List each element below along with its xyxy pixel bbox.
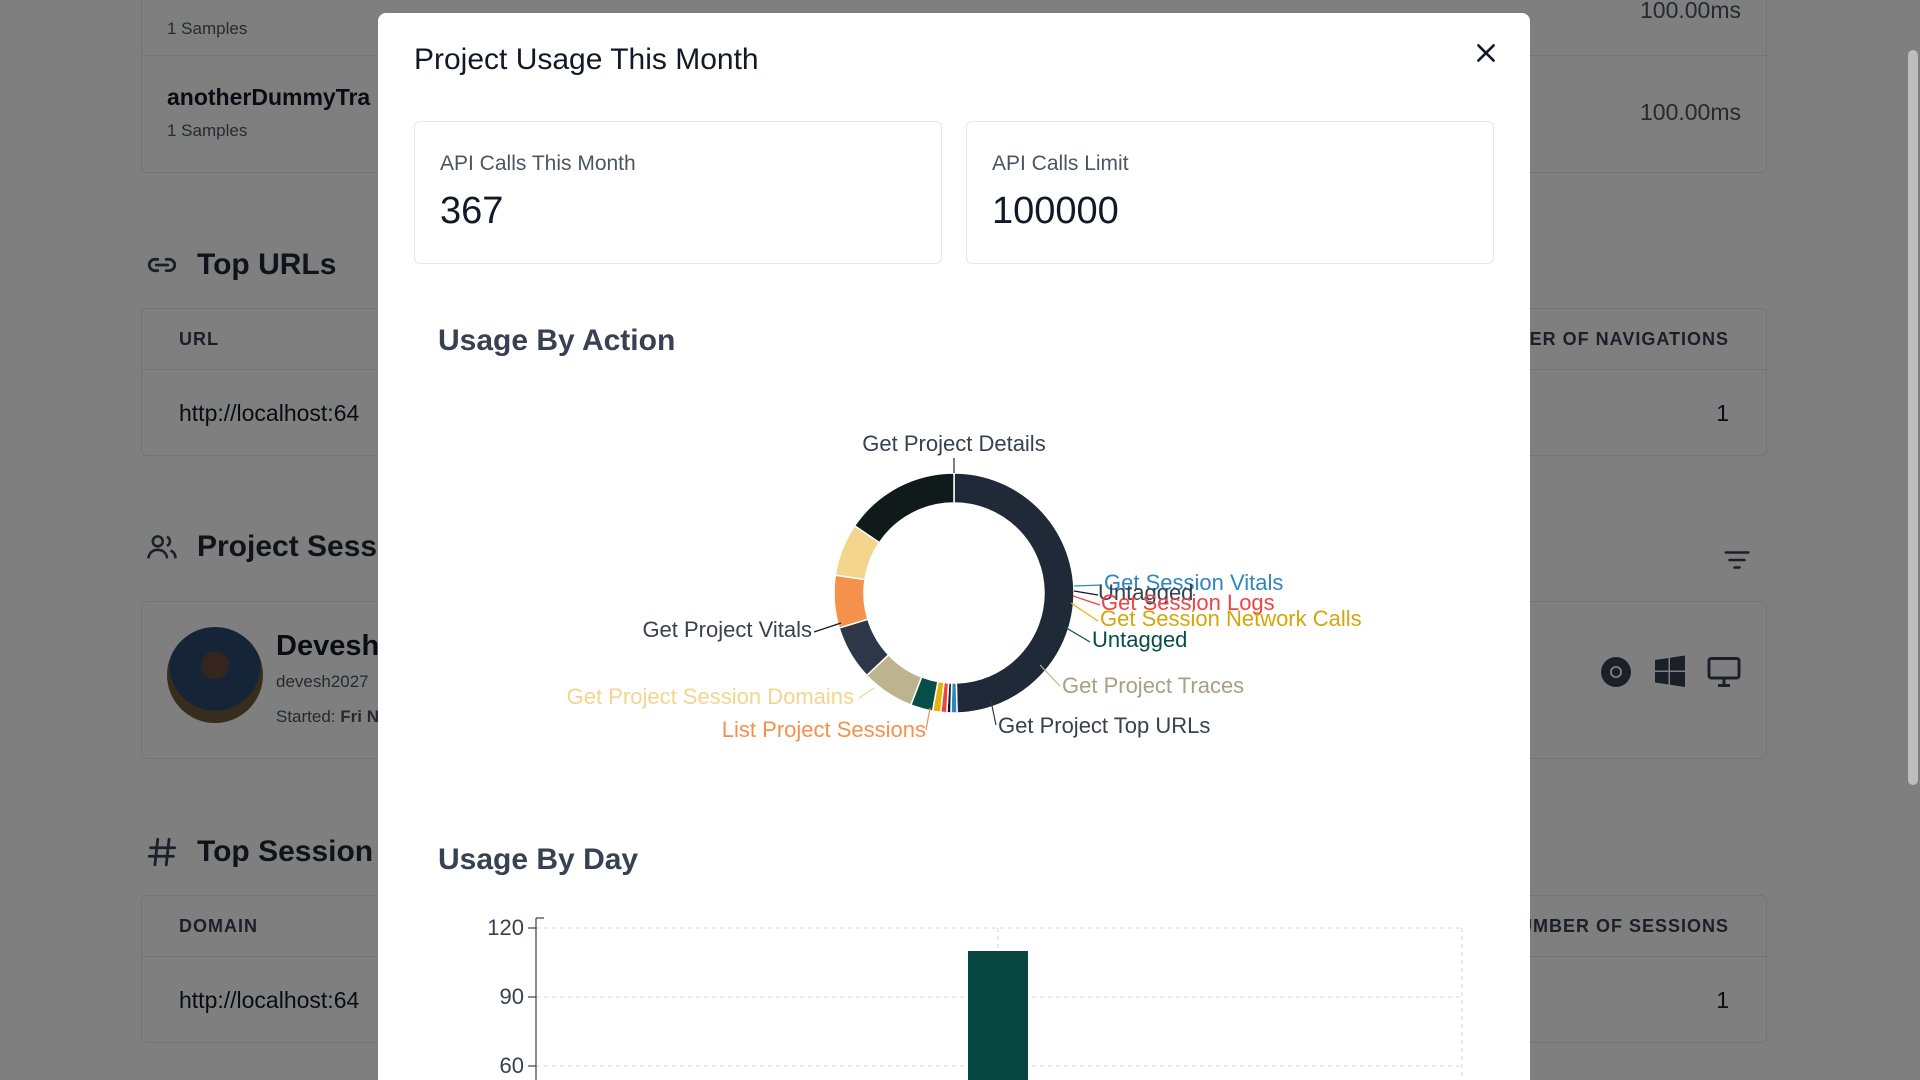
- slice-list-project-sessions-8[interactable]: [833, 574, 869, 629]
- stat-label: API Calls Limit: [992, 152, 1129, 175]
- stat-value: 367: [440, 190, 504, 232]
- slice-label-list-project-sessions-8: List Project Sessions: [722, 717, 926, 742]
- api-calls-limit-card: API Calls Limit 100000: [966, 121, 1494, 264]
- slice-label-get-project-vitals-10: Get Project Vitals: [642, 617, 812, 642]
- bar-day-1[interactable]: [968, 951, 1028, 1080]
- leader-line-get-project-session-domains-9: [858, 687, 875, 699]
- leader-line-get-project-vitals-10: [813, 622, 842, 633]
- leader-line-get-session-logs-3: [1072, 595, 1101, 606]
- usage-by-day-title: Usage By Day: [438, 843, 639, 876]
- close-button[interactable]: [1466, 33, 1506, 73]
- leader-line-get-project-traces-6: [1039, 664, 1061, 687]
- slice-label-untagged-5: Untagged: [1092, 627, 1187, 652]
- page-scrollbar[interactable]: [1906, 0, 1920, 1080]
- slice-label-get-project-session-domains-9: Get Project Session Domains: [567, 684, 854, 709]
- leader-line-untagged-2: [1073, 590, 1099, 596]
- close-icon: [1477, 44, 1495, 62]
- slice-get-project-vitals-10[interactable]: [853, 472, 955, 544]
- usage-modal: Project Usage This Month API Calls This …: [378, 13, 1530, 1080]
- slice-get-project-details-0[interactable]: [953, 472, 1075, 714]
- y-tick-label-60: 60: [500, 1053, 524, 1078]
- y-tick-label-120: 120: [487, 915, 524, 940]
- slice-label-get-project-top-urls-7: Get Project Top URLs: [998, 713, 1210, 738]
- usage-by-day-chart: 120 90 60: [487, 915, 1463, 1080]
- usage-by-action-title: Usage By Action: [438, 324, 676, 357]
- y-tick-label-90: 90: [500, 984, 524, 1009]
- scrollbar-thumb[interactable]: [1908, 50, 1918, 785]
- stat-label: API Calls This Month: [440, 152, 636, 175]
- leader-line-list-project-sessions-8: [925, 707, 931, 731]
- slice-label-get-project-traces-6: Get Project Traces: [1062, 673, 1244, 698]
- slice-label-get-project-details-0: Get Project Details: [862, 431, 1045, 456]
- modal-title: Project Usage This Month: [414, 43, 759, 76]
- usage-by-action-chart: Get Project DetailsGet Session VitalsUnt…: [567, 431, 1362, 742]
- api-calls-month-card: API Calls This Month 367: [414, 121, 942, 264]
- leader-line-get-session-network-calls-4: [1070, 602, 1099, 622]
- stat-value: 100000: [992, 190, 1119, 232]
